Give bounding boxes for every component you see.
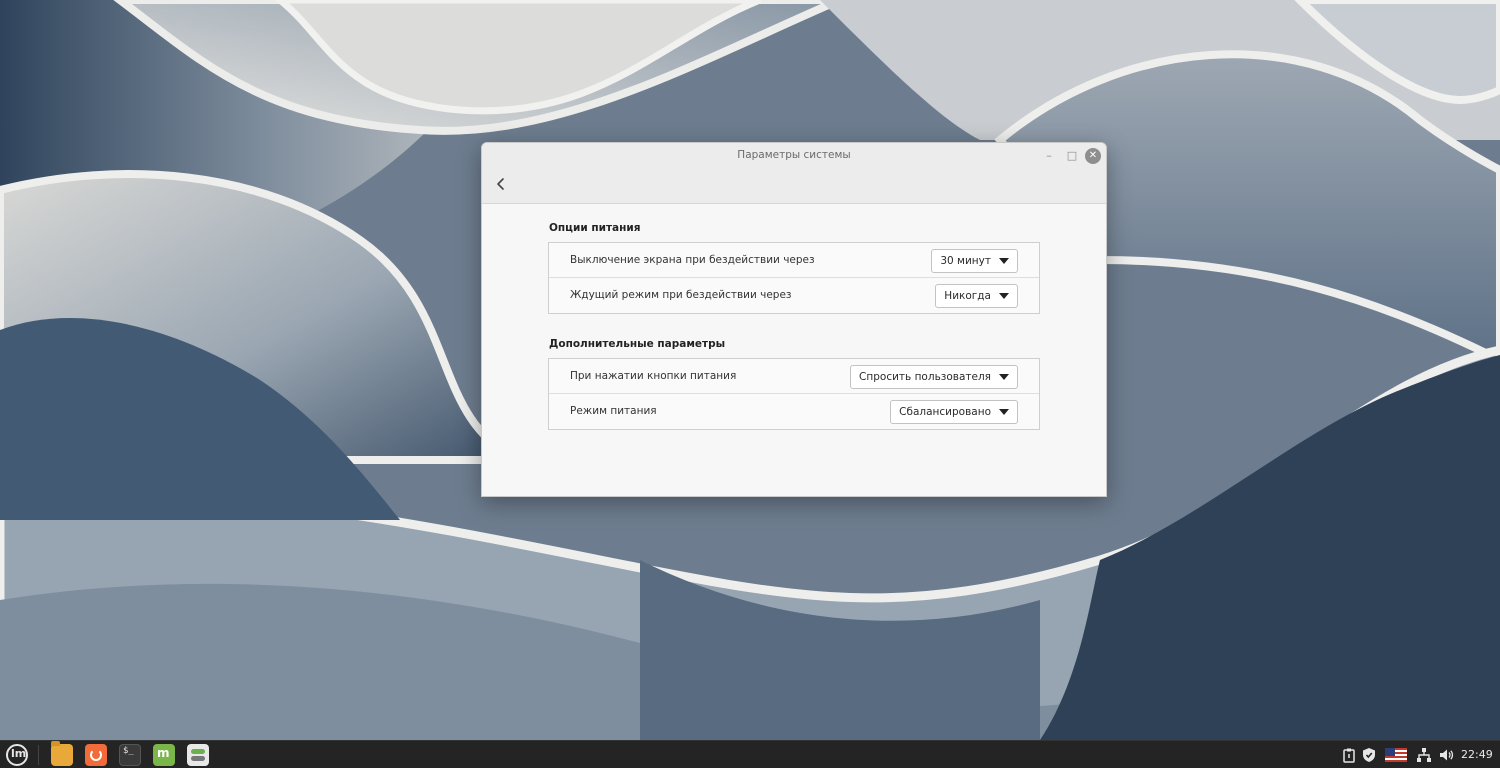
system-settings-icon[interactable] [187, 744, 209, 766]
window-title: Параметры системы [737, 149, 851, 161]
network-icon[interactable] [1416, 747, 1432, 763]
row-label: Выключение экрана при бездействии через [570, 254, 815, 266]
clock[interactable]: 22:49 [1461, 741, 1493, 768]
chevron-left-icon [497, 178, 504, 190]
files-icon[interactable] [51, 741, 73, 766]
combo-value: Никогда [944, 290, 991, 302]
terminal-icon[interactable]: $_ [119, 744, 141, 766]
mint-welcome-icon[interactable]: m [153, 744, 175, 766]
menu-icon[interactable]: lm [6, 744, 28, 766]
combo-value: 30 минут [940, 255, 991, 267]
settings-row-suspend: Ждущий режим при бездействии через Никог… [549, 278, 1039, 313]
minimize-button[interactable]: – [1041, 148, 1057, 164]
close-button[interactable]: ✕ [1085, 148, 1101, 164]
row-label: Ждущий режим при бездействии через [570, 289, 792, 301]
dropdown-arrow-icon [999, 293, 1009, 299]
taskbar: lm $_ m 22:49 [0, 740, 1500, 768]
combo-value: Спросить пользователя [859, 371, 991, 383]
clipboard-icon[interactable] [1341, 747, 1357, 763]
settings-row-power-mode: Режим питания Сбалансировано [549, 394, 1039, 429]
volume-icon[interactable] [1438, 747, 1454, 763]
row-label: При нажатии кнопки питания [570, 370, 737, 382]
section-title-power-options: Опции питания [549, 222, 641, 234]
power-mode-combo[interactable]: Сбалансировано [890, 400, 1018, 424]
screen-off-combo[interactable]: 30 минут [931, 249, 1018, 273]
power-options-box: Выключение экрана при бездействии через … [548, 242, 1040, 314]
settings-row-power-button: При нажатии кнопки питания Спросить поль… [549, 359, 1039, 394]
us-flag-icon[interactable] [1385, 747, 1407, 763]
back-button[interactable] [492, 175, 510, 193]
settings-content: Опции питания Выключение экрана при безд… [548, 204, 1040, 430]
system-settings-window: Параметры системы – □ ✕ Опции питания Вы… [481, 142, 1107, 497]
shield-icon[interactable] [1361, 747, 1377, 763]
row-label: Режим питания [570, 405, 657, 417]
taskbar-separator [38, 745, 39, 765]
dropdown-arrow-icon [999, 258, 1009, 264]
dropdown-arrow-icon [999, 374, 1009, 380]
titlebar[interactable]: Параметры системы – □ ✕ [482, 143, 1106, 204]
advanced-options-box: При нажатии кнопки питания Спросить поль… [548, 358, 1040, 430]
update-manager-icon[interactable] [85, 744, 107, 766]
maximize-button[interactable]: □ [1064, 148, 1080, 164]
section-title-advanced: Дополнительные параметры [549, 338, 726, 350]
settings-row-screen-off: Выключение экрана при бездействии через … [549, 243, 1039, 278]
dropdown-arrow-icon [999, 409, 1009, 415]
combo-value: Сбалансировано [899, 406, 991, 418]
power-button-combo[interactable]: Спросить пользователя [850, 365, 1018, 389]
suspend-combo[interactable]: Никогда [935, 284, 1018, 308]
